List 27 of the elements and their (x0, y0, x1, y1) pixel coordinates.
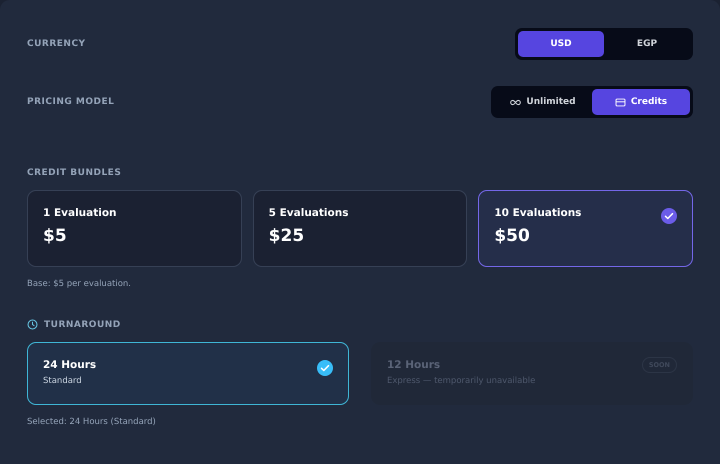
currency-option[interactable]: EGP (604, 31, 690, 57)
section-label: CREDIT BUNDLES (27, 168, 122, 178)
bundle-title: 1 Evaluation (43, 207, 117, 219)
bundle-price: $25 (268, 226, 304, 246)
pricing-model-option[interactable]: Unlimited (494, 89, 592, 115)
bundle-price: $50 (494, 226, 530, 246)
currency-label: CURRENCY (27, 39, 86, 49)
bundle-card[interactable]: 10 Evaluations $50 (478, 190, 694, 267)
bundle-price: $5 (43, 226, 67, 246)
option-subtitle: Standard (43, 376, 82, 386)
turnaround-option[interactable]: 24 Hours Standard (27, 342, 349, 405)
bundle-card[interactable]: 5 Evaluations $25 (252, 190, 468, 267)
note-text: Base: $5 per evaluation. (27, 279, 132, 289)
pricing-model-option[interactable]: Credits (592, 89, 690, 115)
pricing-model-label: PRICING MODEL (27, 97, 114, 107)
clock-icon (27, 319, 38, 330)
option-title: 12 Hours (387, 359, 440, 371)
bundle-title: 5 Evaluations (268, 207, 348, 219)
currency-option[interactable]: USD (518, 31, 604, 57)
bundle-card[interactable]: 1 Evaluation $5 (27, 190, 242, 267)
bundle-title: 10 Evaluations (494, 207, 582, 219)
check-icon (661, 208, 678, 224)
note-text: Selected: 24 Hours (Standard) (27, 417, 157, 427)
check-icon (317, 360, 333, 376)
section-label: TURNAROUND (44, 320, 121, 330)
card-icon (614, 96, 626, 108)
option-title: 24 Hours (43, 359, 96, 371)
